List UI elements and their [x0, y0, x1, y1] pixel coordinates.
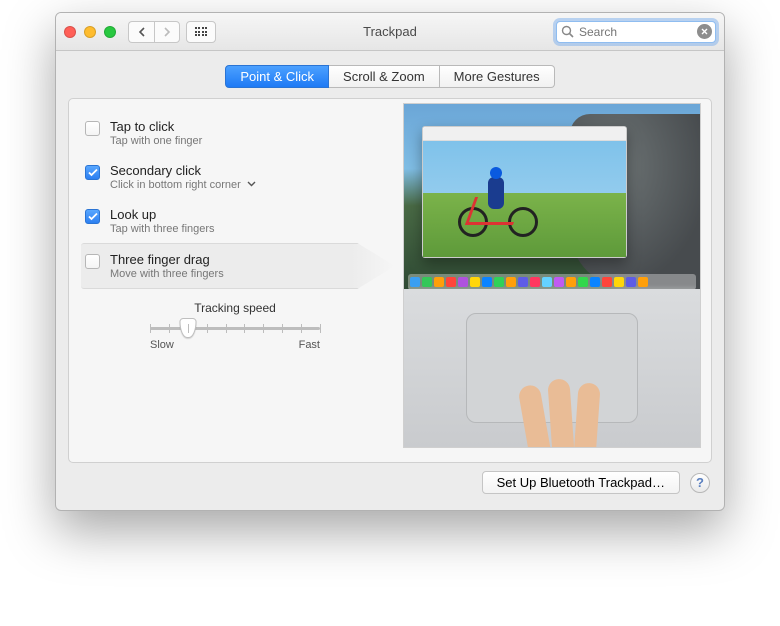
checkbox-three-finger-drag[interactable]	[85, 254, 100, 269]
option-subtitle: Click in bottom right corner	[110, 179, 241, 191]
check-icon	[88, 212, 98, 221]
tab-more-gestures[interactable]: More Gestures	[440, 65, 555, 88]
tab-scroll-and-zoom[interactable]: Scroll & Zoom	[329, 65, 440, 88]
slider-max-label: Fast	[299, 339, 320, 351]
zoom-button[interactable]	[104, 26, 116, 38]
slider-title: Tracking speed	[81, 301, 389, 315]
help-button[interactable]: ?	[690, 473, 710, 493]
minimize-button[interactable]	[84, 26, 96, 38]
titlebar: Trackpad	[56, 13, 724, 51]
gesture-preview	[403, 103, 701, 448]
preview-photo	[423, 141, 626, 257]
check-icon	[88, 168, 98, 177]
preview-laptop-body	[404, 289, 700, 447]
x-icon	[701, 28, 708, 35]
prefs-window: Trackpad Point & Click Scroll & Zoom Mor…	[55, 12, 725, 511]
tracking-speed-slider[interactable]	[150, 319, 320, 337]
footer: Set Up Bluetooth Trackpad… ?	[68, 463, 712, 494]
settings-panel: Tap to click Tap with one finger Seconda…	[68, 98, 712, 463]
option-label: Three finger drag	[110, 252, 224, 267]
preview-column	[389, 103, 711, 448]
dropdown-indicator[interactable]	[247, 179, 256, 190]
option-label: Tap to click	[110, 119, 202, 134]
option-subtitle: Move with three fingers	[110, 268, 224, 280]
search-wrap	[556, 21, 716, 43]
chevron-left-icon	[138, 27, 146, 37]
preview-cyclist	[458, 167, 538, 237]
tabbar: Point & Click Scroll & Zoom More Gesture…	[68, 65, 712, 88]
option-look-up[interactable]: Look up Tap with three fingers	[81, 199, 389, 243]
chevron-right-icon	[163, 27, 171, 37]
setup-bluetooth-button[interactable]: Set Up Bluetooth Trackpad…	[482, 471, 680, 494]
option-secondary-click[interactable]: Secondary click Click in bottom right co…	[81, 155, 389, 199]
chevron-down-icon	[247, 181, 256, 187]
tracking-speed-block: Tracking speed Slow Fast	[81, 301, 389, 351]
clear-search-button[interactable]	[697, 24, 712, 39]
preview-hand	[510, 385, 640, 448]
option-subtitle: Tap with one finger	[110, 135, 202, 147]
search-icon	[561, 25, 574, 38]
option-tap-to-click[interactable]: Tap to click Tap with one finger	[81, 111, 389, 155]
window-body: Point & Click Scroll & Zoom More Gesture…	[56, 51, 724, 510]
nav-buttons	[128, 21, 180, 43]
checkbox-look-up[interactable]	[85, 209, 100, 224]
option-label: Look up	[110, 207, 215, 222]
slider-rail	[150, 327, 320, 330]
search-input[interactable]	[556, 21, 716, 43]
help-icon: ?	[696, 475, 704, 490]
grid-icon	[195, 27, 208, 36]
show-all-button[interactable]	[186, 21, 216, 43]
forward-button[interactable]	[154, 21, 180, 43]
preview-desktop	[404, 104, 700, 289]
close-button[interactable]	[64, 26, 76, 38]
option-label: Secondary click	[110, 163, 256, 178]
window-controls	[64, 26, 116, 38]
preview-dock	[408, 274, 696, 290]
slider-min-label: Slow	[150, 339, 174, 351]
preview-app-window	[422, 126, 627, 258]
option-subtitle: Tap with three fingers	[110, 223, 215, 235]
options-column: Tap to click Tap with one finger Seconda…	[69, 103, 389, 448]
back-button[interactable]	[128, 21, 154, 43]
option-three-finger-drag[interactable]: Three finger drag Move with three finger…	[81, 243, 395, 289]
tab-point-and-click[interactable]: Point & Click	[225, 65, 329, 88]
checkbox-secondary-click[interactable]	[85, 165, 100, 180]
checkbox-tap-to-click[interactable]	[85, 121, 100, 136]
